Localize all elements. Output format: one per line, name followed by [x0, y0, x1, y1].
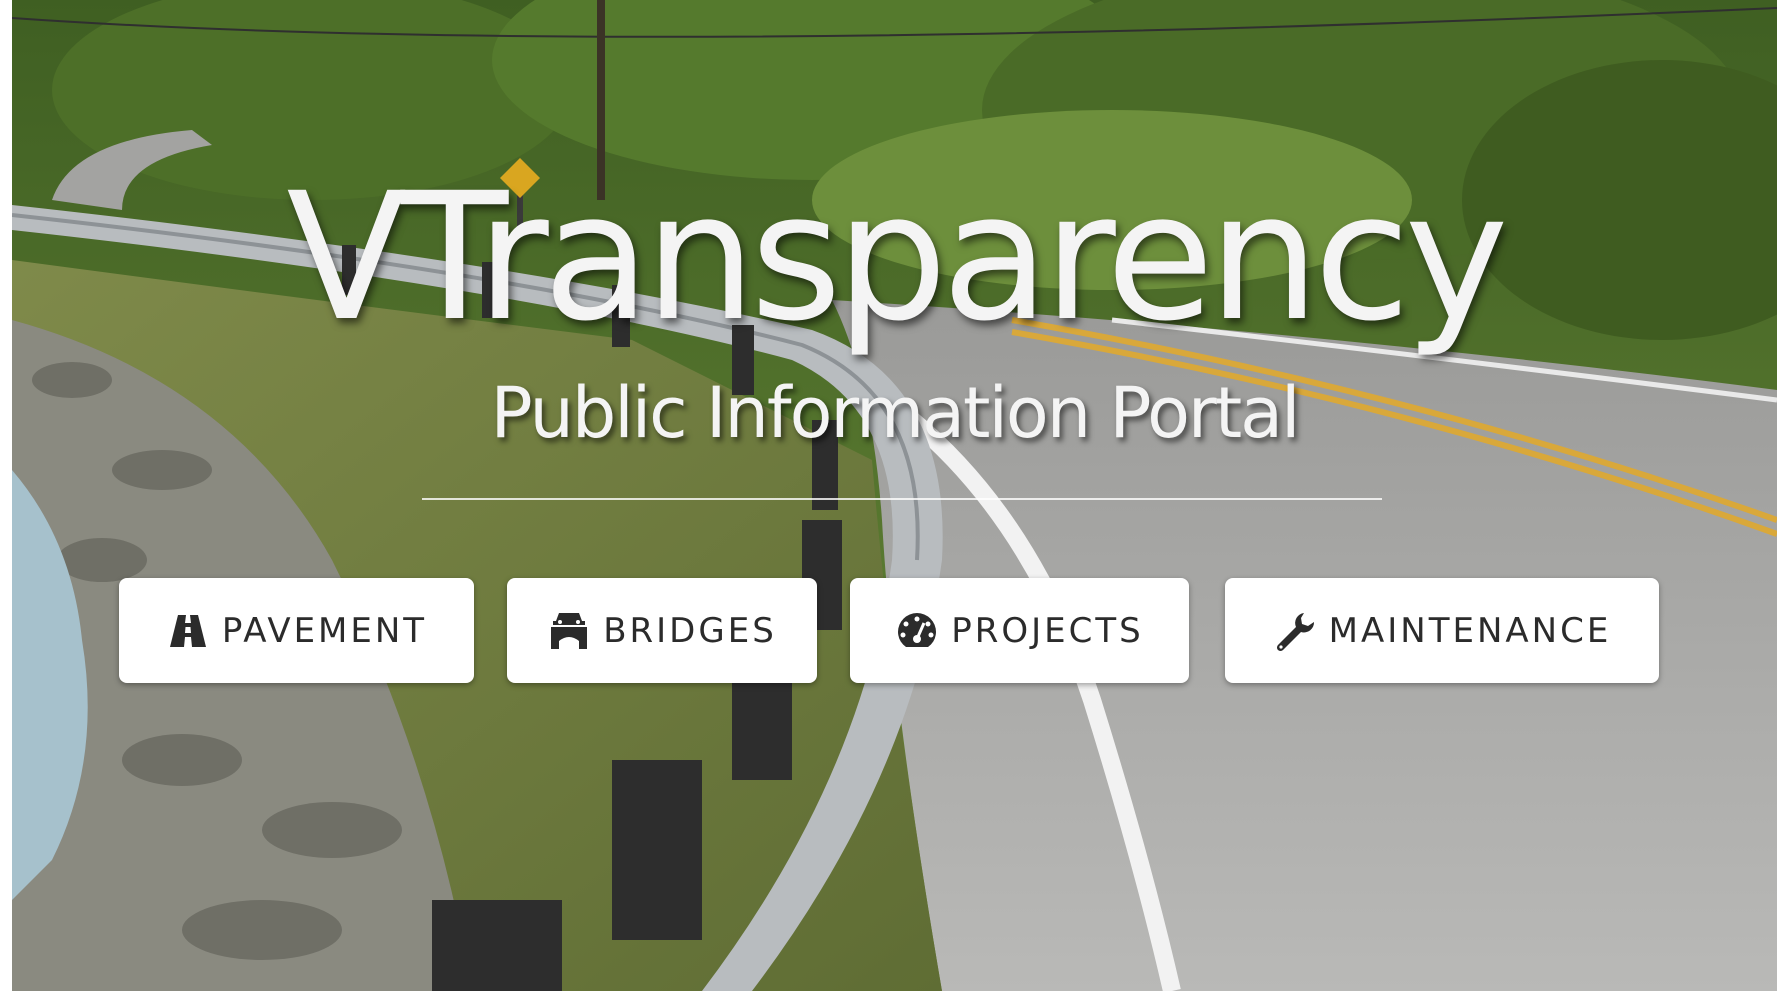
page-subtitle: Public Information Portal — [490, 372, 1301, 454]
page-title: VTransparency — [286, 155, 1508, 360]
pavement-button[interactable]: PAVEMENT — [119, 578, 474, 683]
maintenance-button[interactable]: MAINTENANCE — [1225, 578, 1659, 683]
hero-banner: VTransparency Public Information Portal … — [12, 0, 1777, 991]
road-icon — [166, 609, 210, 653]
projects-label: PROJECTS — [951, 610, 1144, 651]
car-bridge-icon — [547, 609, 591, 653]
bridges-button[interactable]: BRIDGES — [507, 578, 817, 683]
pavement-label: PAVEMENT — [221, 610, 428, 651]
bridges-label: BRIDGES — [603, 610, 777, 651]
hero-background-image — [12, 0, 1777, 991]
maintenance-label: MAINTENANCE — [1328, 610, 1612, 651]
wrench-icon — [1273, 609, 1317, 653]
title-divider — [422, 498, 1382, 500]
projects-button[interactable]: PROJECTS — [850, 578, 1189, 683]
dashboard-gauge-icon — [895, 609, 939, 653]
